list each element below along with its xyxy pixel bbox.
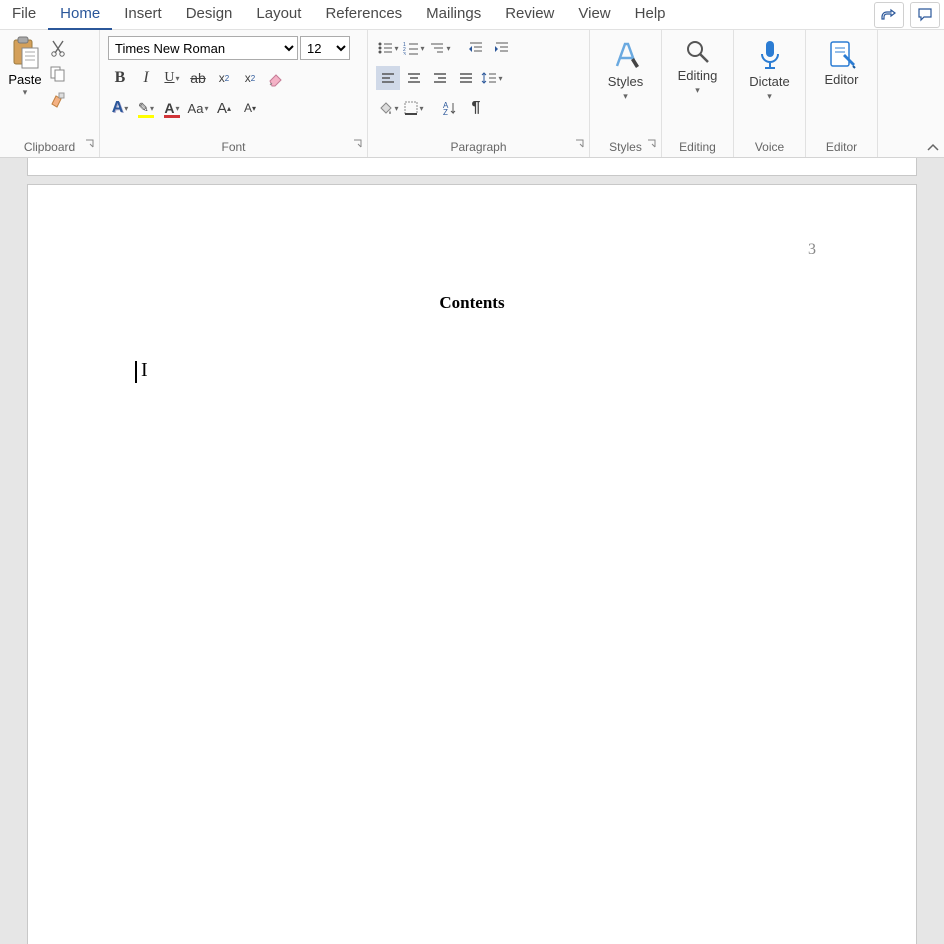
multilevel-icon — [429, 41, 445, 55]
search-icon — [684, 38, 712, 66]
bullets-icon — [377, 41, 393, 55]
editor-icon — [827, 38, 857, 70]
share-button[interactable] — [874, 2, 904, 28]
text-effects-button[interactable]: A▾ — [108, 96, 132, 120]
cut-button[interactable] — [48, 38, 68, 58]
grow-font-button[interactable]: A▴ — [212, 96, 236, 120]
clipboard-launcher[interactable] — [85, 139, 95, 149]
decrease-indent-button[interactable] — [464, 36, 488, 60]
font-color-button[interactable]: A▾ — [160, 96, 184, 120]
document-heading: Contents — [28, 293, 916, 313]
paragraph-launcher[interactable] — [575, 139, 585, 149]
multilevel-list-button[interactable]: ▾ — [428, 36, 452, 60]
chevron-down-icon: ▾ — [695, 85, 700, 96]
bold-button[interactable]: B — [108, 66, 132, 90]
italic-button[interactable]: I — [134, 66, 158, 90]
tab-insert[interactable]: Insert — [112, 0, 174, 30]
shrink-font-button[interactable]: A▾ — [238, 96, 262, 120]
paint-bucket-icon — [377, 101, 393, 115]
chevron-down-icon: ▾ — [623, 91, 628, 102]
format-painter-button[interactable] — [48, 90, 68, 110]
font-family-select[interactable]: Times New Roman — [108, 36, 298, 60]
eraser-icon — [267, 69, 285, 87]
shading-button[interactable]: ▾ — [376, 96, 400, 120]
sort-button[interactable]: AZ — [438, 96, 462, 120]
document-page[interactable]: 3 Contents I — [27, 184, 917, 944]
collapse-ribbon-button[interactable] — [926, 141, 940, 155]
align-left-button[interactable] — [376, 66, 400, 90]
borders-button[interactable]: ▾ — [402, 96, 426, 120]
chevron-down-icon: ▾ — [767, 91, 772, 102]
ribbon-tabs: File Home Insert Design Layout Reference… — [0, 0, 944, 30]
editing-button[interactable]: Editing ▾ — [668, 34, 728, 100]
tab-layout[interactable]: Layout — [244, 0, 313, 30]
tab-design[interactable]: Design — [174, 0, 245, 30]
font-group-label: Font — [221, 140, 245, 154]
microphone-icon — [757, 38, 783, 72]
text-cursor — [135, 361, 137, 383]
underline-button[interactable]: U▾ — [160, 66, 184, 90]
editor-button[interactable]: Editor — [815, 34, 869, 91]
paste-icon — [8, 36, 42, 72]
dictate-button[interactable]: Dictate ▾ — [739, 34, 799, 106]
svg-text:Z: Z — [443, 108, 448, 116]
tab-view[interactable]: View — [566, 0, 622, 30]
tab-mailings[interactable]: Mailings — [414, 0, 493, 30]
voice-group-label: Voice — [755, 140, 784, 154]
align-right-button[interactable] — [428, 66, 452, 90]
clear-formatting-button[interactable] — [264, 66, 288, 90]
styles-launcher[interactable] — [647, 139, 657, 149]
change-case-button[interactable]: Aa▾ — [186, 96, 210, 120]
font-launcher[interactable] — [353, 139, 363, 149]
line-spacing-button[interactable]: ▾ — [480, 66, 504, 90]
subscript-button[interactable]: x2 — [212, 66, 236, 90]
borders-icon — [404, 101, 418, 115]
justify-button[interactable] — [454, 66, 478, 90]
highlight-button[interactable]: ✎▾ — [134, 96, 158, 120]
comments-button[interactable] — [910, 2, 940, 28]
clipboard-group-label: Clipboard — [24, 140, 75, 154]
styles-icon — [611, 38, 641, 72]
editor-group-label: Editor — [826, 140, 857, 154]
styles-group-label: Styles — [609, 140, 642, 154]
document-area[interactable]: 3 Contents I — [0, 158, 944, 944]
tab-review[interactable]: Review — [493, 0, 566, 30]
show-marks-button[interactable]: ¶ — [464, 96, 488, 120]
superscript-button[interactable]: x2 — [238, 66, 262, 90]
previous-page-edge — [27, 158, 917, 176]
svg-text:3: 3 — [403, 52, 406, 55]
bullets-button[interactable]: ▾ — [376, 36, 400, 60]
editing-group-label: Editing — [679, 140, 716, 154]
font-size-select[interactable]: 12 — [300, 36, 350, 60]
tab-home[interactable]: Home — [48, 0, 112, 30]
tab-file[interactable]: File — [0, 0, 48, 30]
tab-references[interactable]: References — [313, 0, 414, 30]
copy-button[interactable] — [48, 64, 68, 84]
chevron-down-icon: ▾ — [23, 87, 28, 98]
page-number: 3 — [808, 241, 816, 259]
styles-button[interactable]: Styles ▾ — [598, 34, 653, 106]
strikethrough-button[interactable]: ab — [186, 66, 210, 90]
align-center-button[interactable] — [402, 66, 426, 90]
numbering-icon: 123 — [403, 41, 419, 55]
increase-indent-button[interactable] — [490, 36, 514, 60]
paste-label: Paste — [8, 72, 41, 87]
ribbon: Paste ▾ Clipboard — [0, 30, 944, 158]
numbering-button[interactable]: 123▾ — [402, 36, 426, 60]
paste-button[interactable]: Paste ▾ — [8, 36, 42, 98]
ibeam-pointer: I — [141, 359, 148, 382]
paragraph-group-label: Paragraph — [450, 140, 506, 154]
tab-help[interactable]: Help — [623, 0, 678, 30]
